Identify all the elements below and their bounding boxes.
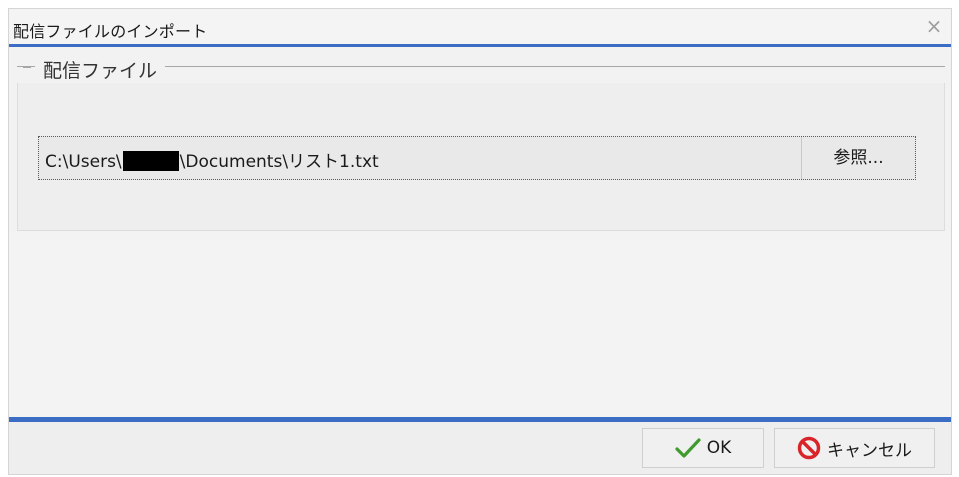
import-dialog: 配信ファイルのインポート × 配信ファイル C:\Users\ \Document… [8,8,952,475]
group-border-tick [23,67,31,68]
footer: OK キャンセル [9,422,951,474]
file-path-field[interactable]: C:\Users\ \Documents\リスト1.txt 参照... [38,136,916,180]
redaction-block [122,151,179,171]
group-legend: 配信ファイル [35,56,166,83]
title-bar: 配信ファイルのインポート × [9,9,951,47]
close-icon[interactable]: × [923,15,945,37]
checkmark-icon [675,438,701,458]
file-path-prefix: C:\Users\ [45,152,122,172]
no-entry-icon [797,436,821,460]
file-path-suffix: \Documents\リスト1.txt [179,152,379,172]
file-path-text[interactable]: C:\Users\ \Documents\リスト1.txt [45,147,379,172]
empty-content-area [9,231,951,417]
cancel-label: キャンセル [827,440,912,461]
dialog-title: 配信ファイルのインポート [13,22,208,41]
ok-button[interactable]: OK [642,428,764,468]
ok-label: OK [706,438,732,458]
browse-button[interactable]: 参照... [801,137,915,179]
cancel-button[interactable]: キャンセル [774,428,935,468]
